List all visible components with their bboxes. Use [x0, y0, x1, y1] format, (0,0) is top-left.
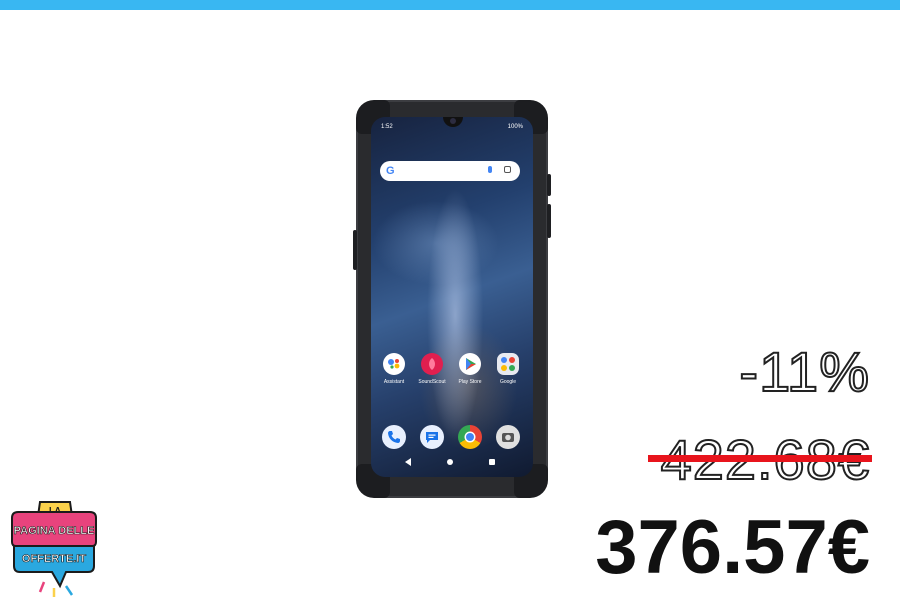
- app-label: Assistant: [383, 379, 405, 385]
- app-label: Google: [499, 379, 517, 385]
- messages-icon: [420, 425, 444, 449]
- chrome-icon: [458, 425, 482, 449]
- app-label: Play Store: [458, 379, 482, 385]
- soundscout-icon: [421, 353, 443, 375]
- camera-icon: [496, 425, 520, 449]
- google-g-icon: G: [386, 165, 395, 177]
- phone-call-icon: [382, 425, 406, 449]
- phone-side-button: [547, 204, 551, 238]
- phone-side-button: [353, 230, 357, 270]
- dock-camera: [491, 425, 525, 449]
- price-strikethrough: [648, 455, 872, 462]
- assistant-icon: [383, 353, 405, 375]
- logo-line2: PAGINA DELLE: [14, 525, 95, 537]
- google-folder-icon: [497, 353, 519, 375]
- product-image-phone: 1:52 100% G Assistant SoundScout Play St…: [353, 100, 551, 498]
- google-search-widget: G: [380, 161, 520, 181]
- top-accent-bar: [0, 0, 900, 10]
- nav-recent-icon: [489, 459, 495, 465]
- discount-percent: -11%: [738, 339, 870, 404]
- status-time: 1:52: [381, 124, 393, 130]
- pagina-delle-offerte-logo: LA PAGINA DELLE OFFERTE.IT: [8, 500, 100, 598]
- app-soundscout: SoundScout: [415, 353, 449, 386]
- status-battery: 100%: [507, 124, 523, 130]
- logo-line3: OFFERTE.IT: [22, 553, 86, 565]
- dock-chrome: [453, 425, 487, 449]
- app-assistant: Assistant: [377, 353, 411, 386]
- phone-status-bar: 1:52 100%: [379, 122, 525, 132]
- app-play-store: Play Store: [453, 353, 487, 386]
- new-price: 376.57€: [595, 505, 870, 590]
- lens-icon: [504, 166, 511, 173]
- app-row: Assistant SoundScout Play Store Google: [377, 353, 527, 389]
- app-dock: [377, 425, 527, 449]
- phone-side-button: [547, 174, 551, 196]
- dock-messages: [415, 425, 449, 449]
- mic-icon: [488, 166, 492, 173]
- play-store-icon: [459, 353, 481, 375]
- nav-back-icon: [405, 458, 411, 466]
- app-google-folder: Google: [491, 353, 525, 386]
- android-nav-bar: [401, 457, 501, 467]
- app-label: SoundScout: [418, 379, 446, 385]
- phone-screen: 1:52 100% G Assistant SoundScout Play St…: [371, 117, 533, 477]
- nav-home-icon: [447, 459, 453, 465]
- dock-phone: [377, 425, 411, 449]
